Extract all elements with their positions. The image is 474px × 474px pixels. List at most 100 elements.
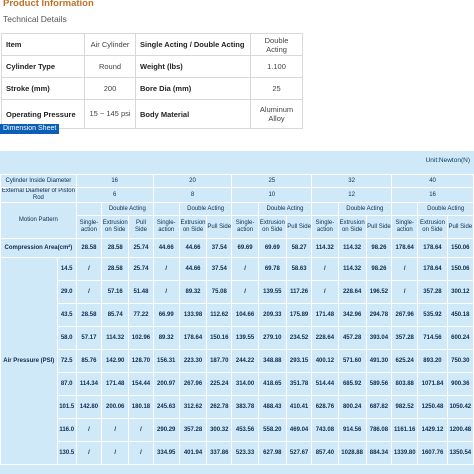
table-row: 72.5 85.76 142.90 128.70 156.31 223.30 187.70 2… bbox=[1, 349, 474, 373]
force-value: 300.32 bbox=[206, 418, 233, 442]
force-value: 51.48 bbox=[128, 280, 154, 304]
force-value: 154.44 bbox=[128, 372, 154, 396]
psi-value: 43.5 bbox=[56, 303, 77, 327]
rod-value: 6 bbox=[75, 187, 154, 203]
spec-row: Cylinder Type Round Weight (lbs) 1.100 bbox=[1, 55, 303, 78]
force-value: 312.62 bbox=[178, 395, 208, 419]
force-value: 98.26 bbox=[365, 257, 393, 281]
force-value: 1071.84 bbox=[417, 372, 448, 396]
force-value: 180.18 bbox=[128, 395, 154, 419]
force-value: 142.90 bbox=[101, 349, 130, 373]
force-value: 334.95 bbox=[152, 441, 180, 465]
force-value: 357.28 bbox=[178, 418, 208, 442]
spec-key: Stroke (mm) bbox=[1, 77, 85, 100]
bore-value: 20 bbox=[152, 174, 233, 188]
force-value: 57.16 bbox=[101, 280, 130, 304]
rod-label: External Diameter of Piston Rod bbox=[0, 187, 77, 203]
spec-value: Aluminum Alloy bbox=[250, 99, 303, 129]
psi-value: 14.5 bbox=[56, 257, 77, 281]
force-value: 351.78 bbox=[285, 372, 313, 396]
psi-value: 87.0 bbox=[56, 372, 77, 396]
dimension-sheet: Unit:Newton(N) Cylinder Inside Diameter 1… bbox=[0, 151, 474, 474]
table-row: Compression Area(cm²) 28.58 28.58 25.74 44.6… bbox=[0, 238, 474, 258]
force-value: 714.56 bbox=[417, 326, 448, 350]
force-value: 267.96 bbox=[391, 303, 419, 327]
force-value: / bbox=[231, 257, 259, 281]
rod-value: 16 bbox=[391, 187, 474, 203]
force-value: 625.24 bbox=[391, 349, 419, 373]
area-value: 44.66 bbox=[178, 238, 208, 258]
force-value: 66.99 bbox=[152, 303, 180, 327]
area-value: 69.69 bbox=[257, 238, 287, 258]
force-value: 337.86 bbox=[206, 441, 233, 465]
force-value: 171.48 bbox=[101, 372, 130, 396]
force-value: 44.66 bbox=[178, 257, 208, 281]
force-value: / bbox=[391, 257, 419, 281]
force-value: / bbox=[231, 280, 259, 304]
force-value: / bbox=[75, 418, 103, 442]
area-value: 69.69 bbox=[231, 238, 259, 258]
rod-value: 12 bbox=[311, 187, 393, 203]
force-value: 228.64 bbox=[337, 280, 367, 304]
double-acting-label: Double Acting bbox=[337, 202, 393, 216]
table-row: 130.5///334.95 401.94 337.86 523.33 627.98 52… bbox=[1, 441, 474, 465]
force-value: 267.96 bbox=[178, 372, 208, 396]
force-value: 750.30 bbox=[446, 349, 474, 373]
force-value: 89.32 bbox=[178, 280, 208, 304]
force-value: 234.52 bbox=[285, 326, 313, 350]
force-value: / bbox=[152, 257, 180, 281]
force-value: 187.70 bbox=[206, 349, 233, 373]
double-acting-label: Double Acting bbox=[178, 202, 233, 216]
table-row: 116.0///290.29 357.28 300.32 453.56 558.20 46… bbox=[1, 418, 474, 442]
force-value: 1429.12 bbox=[417, 418, 448, 442]
single-action-label: Single-action bbox=[311, 215, 339, 239]
force-value: 342.96 bbox=[337, 303, 367, 327]
psi-value: 29.0 bbox=[56, 280, 77, 304]
force-value: / bbox=[75, 257, 103, 281]
table-row: 87.0 114.34 171.48 154.44 200.97 267.96 225.24… bbox=[1, 372, 474, 396]
force-value: 1050.42 bbox=[446, 395, 474, 419]
force-value: 178.64 bbox=[178, 326, 208, 350]
force-value: 314.00 bbox=[231, 372, 259, 396]
psi-value: 72.5 bbox=[56, 349, 77, 373]
dimension-sheet-tab[interactable]: Dimension Sheet bbox=[0, 124, 60, 134]
force-value: 535.92 bbox=[417, 303, 448, 327]
spec-value: Air Cylinder bbox=[84, 33, 136, 56]
area-value: 28.58 bbox=[101, 238, 130, 258]
force-value: 139.55 bbox=[257, 280, 287, 304]
force-value: 1161.16 bbox=[391, 418, 419, 442]
pull-side-label: Pull Side bbox=[206, 215, 233, 239]
force-value: / bbox=[311, 257, 339, 281]
force-value: 488.43 bbox=[257, 395, 287, 419]
force-value: 453.56 bbox=[231, 418, 259, 442]
force-value: / bbox=[101, 441, 130, 465]
force-value: 457.28 bbox=[337, 326, 367, 350]
force-value: / bbox=[311, 280, 339, 304]
force-value: 357.28 bbox=[417, 280, 448, 304]
force-value: 527.67 bbox=[285, 441, 313, 465]
force-value: / bbox=[152, 280, 180, 304]
force-value: 893.20 bbox=[417, 349, 448, 373]
force-value: 156.31 bbox=[152, 349, 180, 373]
force-value: 150.06 bbox=[446, 257, 474, 281]
spec-value: 25 bbox=[250, 77, 303, 100]
spec-row: Stroke (mm) 200 Bore Dia (mm) 25 bbox=[1, 77, 303, 100]
table-row: Cylinder Inside Diameter 16 20 25 32 40 bbox=[0, 174, 474, 188]
spec-value: Double Acting bbox=[250, 33, 303, 56]
table-row: Motion Pattern Double Acting Double Acting… bbox=[0, 202, 474, 239]
table-row: 43.5 28.58 85.74 77.22 66.99 133.98 112.62 104.… bbox=[1, 303, 474, 327]
force-value: 523.33 bbox=[231, 441, 259, 465]
force-value: 178.64 bbox=[417, 257, 448, 281]
force-value: 393.04 bbox=[365, 326, 393, 350]
area-value: 98.26 bbox=[365, 238, 393, 258]
force-value: 1200.48 bbox=[446, 418, 474, 442]
force-value: 914.56 bbox=[337, 418, 367, 442]
force-value: 112.62 bbox=[206, 303, 233, 327]
force-value: 28.58 bbox=[75, 303, 103, 327]
force-value: 290.29 bbox=[152, 418, 180, 442]
extrusion-side-label: Extrusion on Side bbox=[257, 215, 287, 239]
pull-side-label: Pull Side bbox=[365, 215, 393, 239]
force-value: 150.16 bbox=[206, 326, 233, 350]
spec-key: Bore Dia (mm) bbox=[135, 77, 251, 100]
pull-side-label: Pull Side bbox=[446, 215, 474, 239]
